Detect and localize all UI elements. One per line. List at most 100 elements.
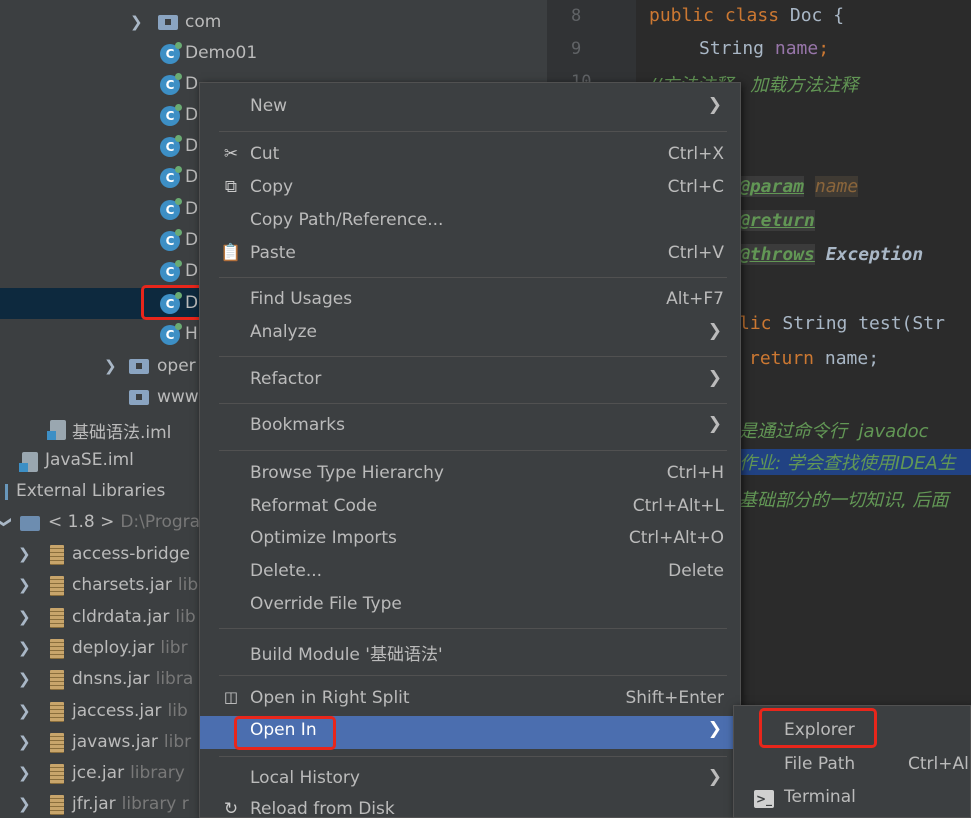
library-hint: lib	[167, 700, 188, 721]
tree-item-label: D	[185, 199, 199, 219]
code-comment: 基础部分的一切知识, 后面	[739, 490, 949, 511]
chevron-down-icon[interactable]: ❯	[0, 516, 13, 529]
tree-item-label: H	[185, 324, 198, 344]
chevron-right-icon: ❯	[707, 368, 722, 388]
tree-item-label: D	[185, 261, 199, 281]
menu-item-label: Build Module '基础语法'	[250, 645, 443, 665]
split-view-icon: ◫	[223, 688, 239, 706]
class-icon: C	[160, 166, 182, 188]
chevron-right-icon[interactable]: ❯	[18, 639, 31, 657]
menu-item-label: Copy	[250, 177, 294, 197]
submenu-item-file-path[interactable]: File Path Ctrl+Al	[734, 750, 971, 783]
library-hint: libra	[155, 669, 194, 690]
class-icon: C	[160, 135, 182, 157]
tree-item-label: External Libraries	[16, 481, 166, 501]
class-icon: C	[160, 260, 182, 282]
code-comment: 是通过命令行 javadoc	[739, 421, 929, 442]
jar-icon	[50, 732, 64, 753]
menu-item-bookmarks[interactable]: Bookmarks ❯	[200, 411, 740, 444]
chevron-right-icon[interactable]: ❯	[18, 608, 31, 626]
code-line: @throws Exception	[739, 244, 924, 265]
jar-icon	[50, 607, 64, 628]
submenu-item-terminal[interactable]: >_ Terminal	[734, 783, 971, 816]
chevron-right-icon[interactable]: ❯	[18, 545, 31, 563]
tree-item-label: jfr.jar	[72, 794, 116, 815]
class-icon: C	[160, 198, 182, 220]
jar-icon	[50, 701, 64, 722]
menu-item-copy-path[interactable]: Copy Path/Reference...	[200, 206, 740, 239]
tree-item-label: cldrdata.jar	[72, 606, 170, 627]
menu-item-label: Terminal	[784, 787, 856, 807]
code-line: public class Doc {	[649, 5, 845, 26]
chevron-right-icon[interactable]: ❯	[18, 576, 31, 594]
shortcut-label: Ctrl+Al	[908, 754, 969, 774]
chevron-right-icon[interactable]: ❯	[18, 795, 31, 813]
menu-item-copy[interactable]: ⧉ Copy Ctrl+C	[200, 173, 740, 206]
menu-item-reload-from-disk[interactable]: ↻ Reload from Disk	[200, 795, 740, 818]
menu-item-reformat-code[interactable]: Reformat Code Ctrl+Alt+L	[200, 492, 740, 525]
menu-separator	[219, 131, 727, 132]
chevron-right-icon: ❯	[707, 321, 722, 341]
chevron-right-icon[interactable]: ❯	[130, 13, 143, 31]
tree-item-label: www	[157, 387, 199, 407]
code-line: String name;	[699, 38, 830, 59]
jar-icon	[50, 670, 64, 691]
code-line: @param name	[739, 176, 859, 197]
annotation-highlight-box	[234, 716, 336, 750]
jar-icon	[50, 638, 64, 659]
menu-item-label: Cut	[250, 144, 280, 164]
tree-item-label: jaccess.jar	[72, 700, 162, 721]
tree-item-com[interactable]: ❯ com	[0, 7, 541, 38]
package-icon	[129, 390, 149, 405]
code-line: lic String test(Str	[739, 313, 945, 334]
menu-separator	[219, 628, 727, 629]
jar-icon	[50, 795, 64, 816]
chevron-right-icon: ❯	[707, 95, 722, 115]
tree-item-label: charsets.jar	[72, 575, 172, 596]
menu-item-override-file-type[interactable]: Override File Type	[200, 590, 740, 623]
tree-item-label: JavaSE.iml	[45, 450, 134, 470]
menu-item-label: Local History	[250, 768, 360, 788]
library-hint: library	[130, 763, 185, 784]
menu-item-label: Browse Type Hierarchy	[250, 463, 444, 483]
tree-item-label: access-bridge	[72, 544, 190, 564]
reload-icon: ↻	[223, 799, 239, 818]
menu-item-label: Override File Type	[250, 594, 402, 614]
tree-item-label: Demo01	[185, 43, 258, 63]
menu-separator	[219, 450, 727, 451]
library-hint: lib	[177, 575, 199, 596]
menu-item-build-module[interactable]: Build Module '基础语法'	[200, 636, 740, 669]
chevron-right-icon[interactable]: ❯	[18, 702, 31, 720]
jar-icon	[50, 576, 64, 597]
menu-separator	[219, 756, 727, 757]
menu-item-analyze[interactable]: Analyze ❯	[200, 318, 740, 351]
menu-item-local-history[interactable]: Local History ❯	[200, 764, 740, 797]
chevron-right-icon: ❯	[707, 719, 722, 739]
menu-item-paste[interactable]: 📋 Paste Ctrl+V	[200, 239, 740, 272]
tree-item-demo01[interactable]: C Demo01	[0, 38, 541, 69]
menu-item-open-in-right-split[interactable]: ◫ Open in Right Split Shift+Enter	[200, 684, 740, 717]
package-icon	[129, 359, 149, 374]
chevron-right-icon: ❯	[707, 767, 722, 787]
menu-item-cut[interactable]: ✂ Cut Ctrl+X	[200, 140, 740, 173]
module-file-icon	[47, 420, 66, 440]
jdk-version: < 1.8 >	[48, 512, 115, 532]
chevron-right-icon[interactable]: ❯	[18, 670, 31, 688]
tree-item-label: oper	[157, 356, 196, 376]
chevron-right-icon[interactable]: ❯	[18, 733, 31, 751]
menu-item-new[interactable]: New ❯	[200, 92, 740, 125]
shortcut-label: Ctrl+V	[667, 243, 724, 263]
chevron-right-icon[interactable]: ❯	[18, 764, 31, 782]
menu-item-browse-type-hierarchy[interactable]: Browse Type Hierarchy Ctrl+H	[200, 459, 740, 492]
copy-icon: ⧉	[224, 177, 238, 197]
tree-item-label: deploy.jar	[72, 637, 155, 658]
tree-item-label: D	[185, 105, 199, 125]
menu-item-delete[interactable]: Delete... Delete	[200, 557, 740, 590]
menu-item-refactor[interactable]: Refactor ❯	[200, 365, 740, 398]
tree-item-label: javaws.jar	[72, 731, 158, 752]
menu-item-find-usages[interactable]: Find Usages Alt+F7	[200, 285, 740, 318]
chevron-right-icon[interactable]: ❯	[104, 357, 117, 375]
menu-item-label: Paste	[250, 243, 296, 263]
menu-item-optimize-imports[interactable]: Optimize Imports Ctrl+Alt+O	[200, 524, 740, 557]
class-icon: C	[160, 323, 182, 345]
